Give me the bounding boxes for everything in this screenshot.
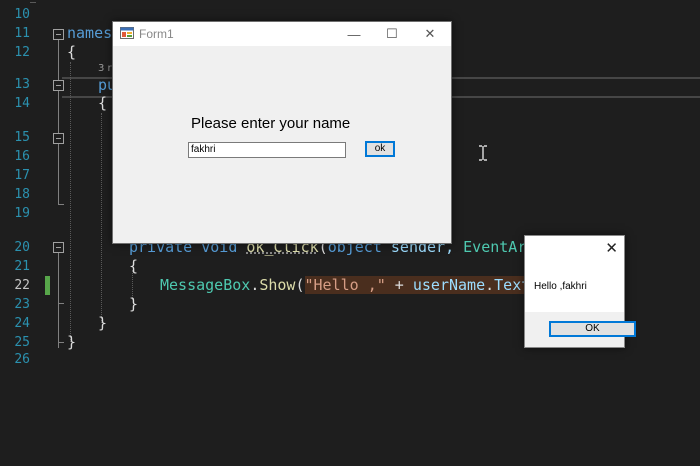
code-line: { [98,94,107,113]
collapse-icon[interactable] [53,133,64,144]
string-literal: "Hello ," [304,276,386,294]
maximize-button[interactable]: ☐ [373,22,411,46]
line-number: 22 [14,278,30,293]
outline-line [58,342,64,343]
line-number: 26 [14,352,30,367]
close-icon[interactable]: ✕ [605,239,618,257]
message-box[interactable]: ✕ Hello ,fakhri OK [524,235,636,348]
outline-line [58,204,64,205]
code-line: } [67,333,76,352]
operator: + [385,276,413,294]
line-number: 17 [14,168,30,183]
ibeam-cursor-icon [479,145,487,161]
indent-guide [101,113,103,323]
close-button[interactable]: ✕ [411,22,449,46]
line-number: 20 [14,240,30,255]
collapse-icon[interactable] [53,80,64,91]
line-number: 19 [14,206,30,221]
line-number: 11 [14,26,30,41]
line-number: 10 [14,7,30,22]
code-line: } [98,314,107,333]
ok-button[interactable]: ok [365,141,395,157]
outline-line [58,40,59,80]
brace: } [98,314,108,332]
prompt-label: Please enter your name [191,115,351,132]
code-line: { [67,43,76,62]
line-number: 23 [14,297,30,312]
field-name: userName [412,276,486,294]
minimize-icon: — [347,26,361,42]
type-name: MessageBox [160,276,251,294]
codelens-references[interactable]: 3 r [98,63,112,74]
outline-line [58,91,59,133]
code-line-messagebox-call: MessageBox.Show("Hello ," + userName.Tex… [160,276,548,295]
message-text: Hello ,fakhri [534,281,587,292]
string-highlight: "Hello ," + userName.Text [304,276,531,294]
form-app-icon [120,27,134,39]
indent-guide [70,62,72,342]
brace: } [67,333,77,351]
minimize-button[interactable]: — [335,22,373,46]
line-number: 18 [14,187,30,202]
change-indicator [45,276,50,295]
brace: { [67,43,77,61]
form1-window[interactable]: Form1 — ☐ ✕ Please enter your name ok [112,21,452,244]
message-box-footer: OK [525,312,636,347]
brace: } [129,295,139,313]
line-number: 12 [14,45,30,60]
line-number: 15 [14,130,30,145]
collapse-icon[interactable] [53,29,64,40]
window-title: Form1 [139,27,174,41]
outline-line [58,144,59,204]
punctuation: . [485,276,495,294]
punctuation: ( [295,276,305,294]
brace: { [98,94,108,112]
outline-line [58,253,59,303]
brace: { [129,257,139,275]
messagebox-ok-button[interactable]: OK [549,321,636,337]
line-number: 13 [14,77,30,92]
punctuation: . [250,276,260,294]
name-input[interactable] [188,142,346,158]
outline-line [30,2,36,3]
line-number: 16 [14,149,30,164]
code-line: { [129,257,138,276]
method-name: Show [259,276,296,294]
line-number: 24 [14,316,30,331]
line-number: 21 [14,259,30,274]
line-number: 14 [14,96,30,111]
title-bar[interactable]: Form1 — ☐ ✕ [113,22,451,46]
maximize-icon: ☐ [386,26,398,41]
code-line: } [129,295,138,314]
close-icon: ✕ [424,26,436,41]
collapse-icon[interactable] [53,242,64,253]
